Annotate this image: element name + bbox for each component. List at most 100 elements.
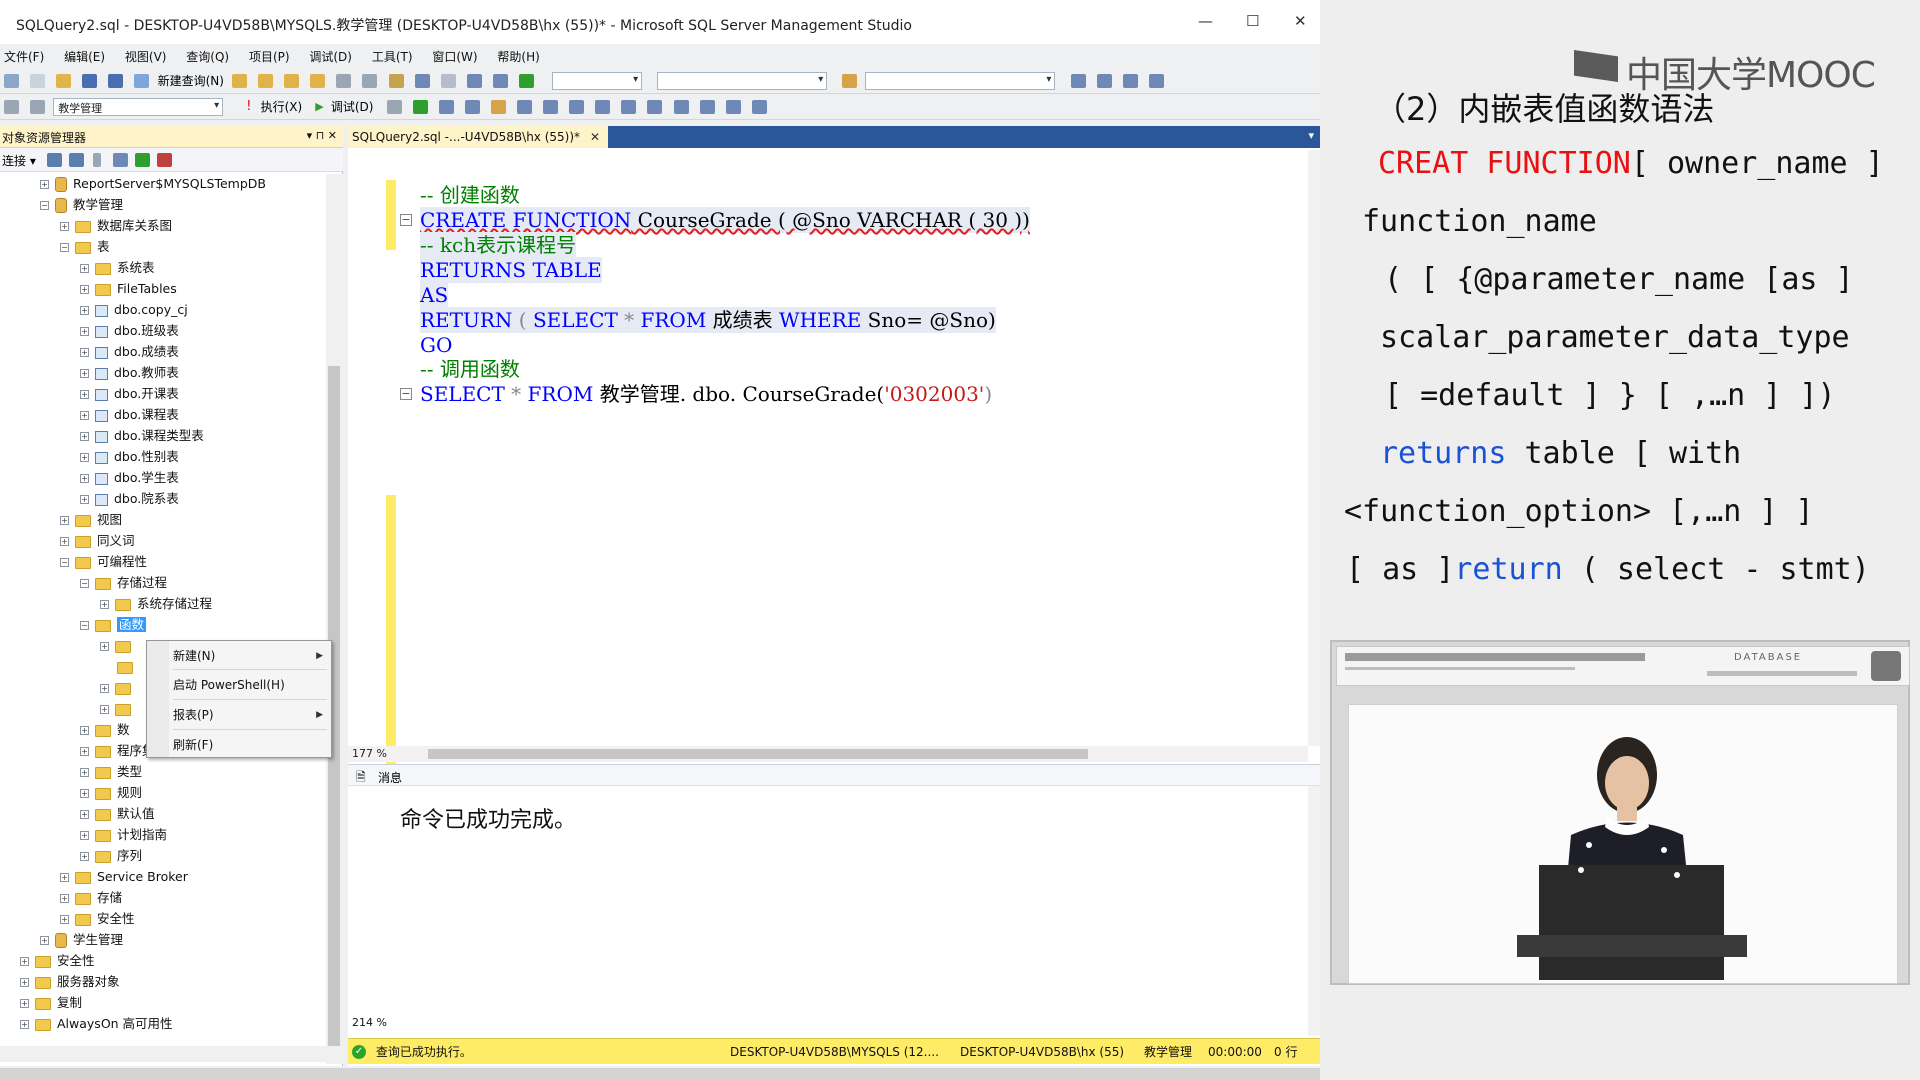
tab-messages[interactable]: 消息	[378, 769, 402, 786]
menu-view[interactable]: 视图(V)	[125, 50, 167, 64]
code-vscrollbar[interactable]	[1308, 150, 1320, 746]
expand-icon[interactable]: +	[100, 684, 109, 693]
tree-node[interactable]: + dbo.成绩表	[80, 342, 179, 362]
tree-node[interactable]: + 序列	[80, 846, 142, 866]
expand-icon[interactable]: +	[100, 600, 109, 609]
intellisense-icon[interactable]	[751, 100, 767, 114]
save-icon[interactable]	[82, 74, 98, 88]
expand-icon[interactable]: +	[80, 285, 89, 294]
change-connection-icon[interactable]	[30, 100, 46, 114]
results-zoom-level[interactable]: 214 %	[352, 1016, 387, 1029]
properties-icon[interactable]	[1096, 74, 1112, 88]
menu-item-powershell[interactable]: 启动 PowerShell(H)	[173, 674, 285, 696]
expand-icon[interactable]: +	[40, 180, 49, 189]
tree-node[interactable]: + ReportServer$MYSQLSTempDB	[40, 174, 266, 194]
redo-icon[interactable]	[440, 74, 456, 88]
new-file-icon[interactable]	[30, 74, 46, 88]
tree-node[interactable]: + Service Broker	[60, 867, 188, 887]
expand-icon[interactable]: +	[80, 348, 89, 357]
tree-node[interactable]: + 类型	[80, 762, 142, 782]
database-combo[interactable]: 教学管理	[53, 98, 224, 116]
menu-edit[interactable]: 编辑(E)	[64, 50, 105, 64]
query-designer-icon[interactable]	[464, 100, 480, 114]
display-plan-icon[interactable]	[438, 100, 454, 114]
expand-icon[interactable]: +	[80, 306, 89, 315]
expand-icon[interactable]: +	[60, 537, 69, 546]
debug-icon[interactable]: ▶	[315, 100, 323, 113]
tree-node[interactable]: + dbo.课程类型表	[80, 426, 204, 446]
tree-node[interactable]: − 表	[60, 237, 110, 257]
refresh-icon[interactable]	[135, 153, 150, 167]
expand-icon[interactable]: +	[80, 411, 89, 420]
tab-dropdown-icon[interactable]: ▾	[1308, 129, 1314, 142]
connect-icon[interactable]	[4, 100, 19, 114]
activity-monitor-icon[interactable]	[157, 153, 172, 167]
tree-node[interactable]: + dbo.院系表	[80, 489, 179, 509]
tree-node[interactable]: + dbo.教师表	[80, 363, 179, 383]
xmla-query-icon[interactable]	[310, 74, 326, 88]
execute-button[interactable]: 执行(X)	[261, 100, 303, 114]
tree-node[interactable]: − 存储过程	[80, 573, 167, 593]
tree-node[interactable]: + 数据库关系图	[60, 216, 172, 236]
expand-icon[interactable]: +	[80, 495, 89, 504]
expand-icon[interactable]: +	[60, 873, 69, 882]
tree-node[interactable]: + dbo.课程表	[80, 405, 179, 425]
close-tab-icon[interactable]: ✕	[590, 126, 600, 148]
collapse-icon[interactable]: −	[40, 201, 49, 210]
mdx-query-icon[interactable]	[284, 74, 300, 88]
tab-sqlquery2[interactable]: SQLQuery2.sql -...-U4VD58B\hx (55))* ✕	[348, 126, 608, 148]
connect-dropdown[interactable]: 连接 ▾	[2, 152, 36, 169]
disconnect-icon[interactable]	[69, 153, 84, 167]
panel-controls[interactable]: ▾ ⊓ ✕	[307, 129, 337, 142]
expand-icon[interactable]: +	[80, 369, 89, 378]
tree-node[interactable]: + 系统表	[80, 258, 155, 278]
start-icon[interactable]	[519, 74, 535, 88]
scroll-thumb[interactable]	[428, 749, 1088, 759]
code-editor[interactable]: -- 创建函数 − CREATE FUNCTION CourseGrade ( …	[348, 150, 1308, 775]
parse-icon[interactable]	[412, 100, 428, 114]
messages-vscrollbar[interactable]	[1308, 786, 1320, 1036]
tree-node[interactable]: + 规则	[80, 783, 142, 803]
expand-icon[interactable]: +	[80, 264, 89, 273]
collapse-icon[interactable]: −	[60, 558, 69, 567]
find-combo[interactable]	[865, 72, 1056, 90]
tree-node[interactable]: + dbo.学生表	[80, 468, 179, 488]
tree-node[interactable]: + 同义词	[60, 531, 135, 551]
toolbox-icon[interactable]	[1122, 74, 1138, 88]
object-explorer-icon[interactable]	[1070, 74, 1086, 88]
tree-node[interactable]: +	[100, 678, 137, 698]
tree-node[interactable]: + dbo.性别表	[80, 447, 179, 467]
expand-icon[interactable]: +	[80, 453, 89, 462]
expand-icon[interactable]: +	[20, 999, 29, 1008]
tree-node[interactable]: + AlwaysOn 高可用性	[20, 1014, 173, 1034]
include-plan-icon[interactable]	[517, 100, 533, 114]
new-project-icon[interactable]	[4, 74, 19, 88]
expand-icon[interactable]: +	[20, 957, 29, 966]
menu-file[interactable]: 文件(F)	[4, 50, 44, 64]
tree-node[interactable]: + 默认值	[80, 804, 155, 824]
expand-icon[interactable]: +	[80, 852, 89, 861]
expand-icon[interactable]: +	[20, 1020, 29, 1029]
tree-node-selected[interactable]: − 函数	[80, 615, 147, 635]
zoom-level[interactable]: 177 %	[352, 747, 387, 760]
tree-node[interactable]: + 数	[80, 720, 130, 740]
tree-node[interactable]: +	[100, 636, 137, 656]
expand-icon[interactable]: +	[60, 915, 69, 924]
expand-icon[interactable]: +	[20, 978, 29, 987]
maximize-button[interactable]: ☐	[1246, 12, 1259, 30]
analysis-query-icon[interactable]	[258, 74, 274, 88]
menu-item-refresh[interactable]: 刷新(F)	[173, 734, 213, 756]
client-stats-icon[interactable]	[543, 100, 559, 114]
cancel-query-icon[interactable]	[386, 100, 402, 114]
results-text-icon[interactable]	[569, 100, 585, 114]
platform-combo[interactable]	[657, 72, 828, 90]
tree-node[interactable]	[117, 657, 139, 677]
tree-node[interactable]: + 计划指南	[80, 825, 167, 845]
menu-debug[interactable]: 调试(D)	[309, 50, 352, 64]
new-query-icon[interactable]	[134, 74, 150, 88]
find-in-files-icon[interactable]	[842, 74, 858, 88]
outdent-icon[interactable]	[699, 100, 715, 114]
expand-icon[interactable]: +	[100, 642, 109, 651]
expand-icon[interactable]: +	[100, 705, 109, 714]
expand-icon[interactable]: +	[80, 327, 89, 336]
